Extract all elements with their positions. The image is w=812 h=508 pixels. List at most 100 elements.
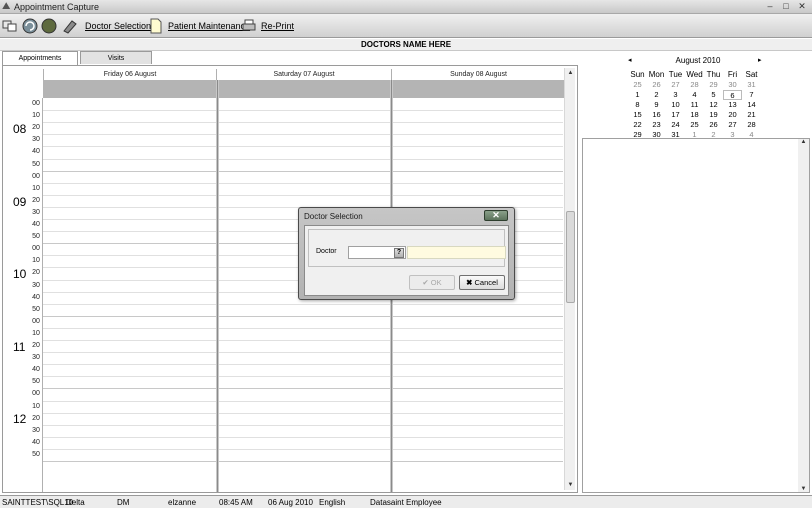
time-slot-line[interactable] bbox=[43, 376, 563, 378]
calendar-day[interactable]: 3 bbox=[666, 90, 685, 100]
time-slot-line[interactable] bbox=[43, 146, 563, 148]
status-bar: SAINTTEST\SQL10 Delta DM elzanne 08:45 A… bbox=[0, 495, 812, 508]
windows-icon[interactable] bbox=[2, 18, 18, 34]
globe-icon[interactable] bbox=[41, 18, 57, 34]
calendar-day[interactable]: 18 bbox=[685, 110, 704, 120]
calendar-day[interactable]: 23 bbox=[647, 120, 666, 130]
calendar-day[interactable]: 1 bbox=[628, 90, 647, 100]
title-bar: ⛰ Appointment Capture – □ ✕ bbox=[0, 0, 812, 14]
minimize-icon[interactable]: – bbox=[764, 1, 776, 12]
document-icon[interactable] bbox=[148, 18, 164, 34]
scroll-thumb[interactable] bbox=[566, 211, 575, 303]
schedule-scrollbar[interactable]: ▲ ▼ bbox=[564, 68, 575, 490]
patient-maintenance-button[interactable]: Patient Maintenance bbox=[168, 21, 250, 31]
ok-label: OK bbox=[430, 278, 442, 287]
calendar-day[interactable]: 21 bbox=[742, 110, 761, 120]
time-slot-line[interactable] bbox=[43, 388, 563, 390]
time-slot-line[interactable] bbox=[43, 412, 563, 414]
toolbar: Doctor Selection Patient Maintenance Re-… bbox=[0, 14, 812, 38]
calendar-day[interactable]: 7 bbox=[742, 90, 761, 100]
scroll-down-icon[interactable]: ▼ bbox=[798, 486, 809, 492]
tab-appointments[interactable]: Appointments bbox=[2, 51, 78, 65]
time-slot-line[interactable] bbox=[43, 182, 563, 184]
day-separator bbox=[216, 80, 219, 492]
status-database: Delta bbox=[66, 498, 85, 507]
calendar-day[interactable]: 25 bbox=[628, 80, 647, 90]
calendar-day[interactable]: 31 bbox=[742, 80, 761, 90]
calendar-day[interactable]: 28 bbox=[685, 80, 704, 90]
calendar-day[interactable]: 17 bbox=[666, 110, 685, 120]
doctor-selection-button[interactable]: Doctor Selection bbox=[85, 21, 151, 31]
calendar-day[interactable]: 25 bbox=[685, 120, 704, 130]
ok-button[interactable]: ✔ OK bbox=[409, 275, 455, 290]
time-slot-line[interactable] bbox=[43, 461, 563, 462]
calendar-day[interactable]: 29 bbox=[704, 80, 723, 90]
time-slot-line[interactable] bbox=[43, 315, 563, 317]
calendar-day[interactable]: 26 bbox=[704, 120, 723, 130]
stethoscope-icon[interactable] bbox=[62, 18, 78, 34]
calendar-day[interactable]: 16 bbox=[647, 110, 666, 120]
time-slot-line[interactable] bbox=[43, 364, 563, 366]
calendar-day[interactable]: 5 bbox=[704, 90, 723, 100]
time-slot-line[interactable] bbox=[43, 340, 563, 341]
calendar-day[interactable]: 24 bbox=[666, 120, 685, 130]
time-slot-line[interactable] bbox=[43, 110, 563, 112]
calendar-day[interactable]: 6 bbox=[723, 90, 742, 100]
calendar-day[interactable]: 28 bbox=[742, 120, 761, 130]
time-slot-line[interactable] bbox=[43, 400, 563, 402]
tab-visits[interactable]: Visits bbox=[80, 51, 152, 64]
calendar-day[interactable]: 10 bbox=[666, 100, 685, 110]
calendar-day[interactable]: 15 bbox=[628, 110, 647, 120]
minute-label: 40 bbox=[32, 366, 40, 374]
close-icon[interactable]: ✕ bbox=[796, 1, 808, 12]
hour-label: 12 bbox=[13, 412, 27, 427]
cancel-button[interactable]: ✖ Cancel bbox=[459, 275, 505, 290]
scroll-up-icon[interactable]: ▲ bbox=[565, 68, 576, 78]
weekday-header: Sat bbox=[745, 70, 758, 79]
calendar-day[interactable]: 11 bbox=[685, 100, 704, 110]
time-slot-line[interactable] bbox=[43, 448, 563, 450]
calendar-day[interactable]: 22 bbox=[628, 120, 647, 130]
time-slot-line[interactable] bbox=[43, 327, 563, 329]
close-icon[interactable]: ✕ bbox=[484, 210, 508, 221]
minute-label: 10 bbox=[32, 402, 40, 410]
calendar-day[interactable]: 9 bbox=[647, 100, 666, 110]
scroll-up-icon[interactable]: ▲ bbox=[798, 139, 809, 145]
time-slot-line[interactable] bbox=[43, 122, 563, 124]
time-slot-line[interactable] bbox=[43, 194, 563, 196]
time-slot-line[interactable] bbox=[43, 170, 563, 172]
time-slot-line[interactable] bbox=[43, 158, 563, 160]
time-slot-line[interactable] bbox=[43, 352, 563, 354]
lookup-button[interactable]: ? bbox=[394, 248, 404, 258]
detail-scrollbar[interactable]: ▲ ▼ bbox=[798, 139, 809, 492]
calendar-day[interactable]: 26 bbox=[647, 80, 666, 90]
minute-label: 30 bbox=[32, 281, 40, 289]
calendar-day[interactable]: 8 bbox=[628, 100, 647, 110]
all-day-band[interactable] bbox=[43, 80, 565, 98]
day-header-friday: Friday 06 August bbox=[43, 69, 216, 80]
calendar-day[interactable]: 12 bbox=[704, 100, 723, 110]
calendar-day[interactable]: 4 bbox=[685, 90, 704, 100]
scroll-down-icon[interactable]: ▼ bbox=[565, 480, 576, 490]
time-slot-line[interactable] bbox=[43, 134, 563, 136]
calendar-day[interactable]: 27 bbox=[723, 120, 742, 130]
next-month-icon[interactable]: ▸ bbox=[758, 56, 762, 64]
maximize-icon[interactable]: □ bbox=[780, 1, 792, 12]
time-slot-line[interactable] bbox=[43, 303, 563, 305]
time-slot-line[interactable] bbox=[43, 424, 563, 426]
calendar-day[interactable]: 2 bbox=[647, 90, 666, 100]
calendar-day[interactable]: 13 bbox=[723, 100, 742, 110]
calendar-day[interactable]: 20 bbox=[723, 110, 742, 120]
calendar-day[interactable]: 27 bbox=[666, 80, 685, 90]
calendar-day[interactable]: 30 bbox=[723, 80, 742, 90]
time-slot-line[interactable] bbox=[43, 436, 563, 438]
reprint-button[interactable]: Re-Print bbox=[261, 21, 294, 31]
calendar-day[interactable]: 14 bbox=[742, 100, 761, 110]
calendar-day[interactable]: 19 bbox=[704, 110, 723, 120]
printer-icon[interactable] bbox=[241, 18, 257, 34]
refresh-icon[interactable] bbox=[22, 18, 38, 34]
weekday-header: Wed bbox=[686, 70, 703, 79]
minute-label: 20 bbox=[32, 196, 40, 204]
mini-calendar: ◂ August 2010 ▸ Sun Mon Tue Wed Thu Fri Sat 25 2… bbox=[624, 53, 812, 139]
minute-label: 50 bbox=[32, 233, 40, 241]
